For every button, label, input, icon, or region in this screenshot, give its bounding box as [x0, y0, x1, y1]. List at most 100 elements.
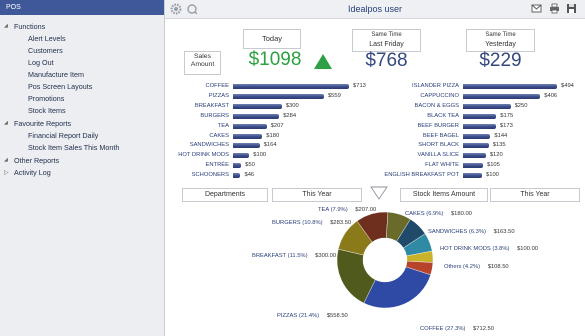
donut-slice-label: BURGERS (10.8%) $283.50 [272, 220, 351, 226]
nav-item-stock-items[interactable]: Stock Items [28, 106, 66, 115]
bar-value-label: $180 [266, 132, 280, 139]
nav-item-alert-levels[interactable]: Alert Levels [28, 34, 66, 43]
slice-name: PIZZAS (21.4%) [277, 313, 320, 319]
expanded-arrow-icon[interactable]: ◢ [4, 120, 8, 126]
bar-value-label: $300 [285, 102, 299, 109]
slice-amount: $100.00 [515, 246, 539, 252]
bar[interactable] [233, 103, 282, 109]
period-selector-right[interactable]: This Year [490, 188, 580, 202]
donut-slice-label: PIZZAS (21.4%) $558.50 [277, 313, 348, 319]
bar[interactable] [233, 123, 267, 129]
slice-name: BREAKFAST (11.5%) [252, 253, 308, 259]
bar-value-label: $173 [499, 122, 513, 129]
yesterday-label-box: Same Time Yesterday [466, 29, 535, 52]
bar[interactable] [463, 173, 483, 179]
bar[interactable] [233, 93, 324, 99]
nav-item-manufacture-item[interactable]: Manufacture Item [28, 70, 84, 79]
bar-value-label: $175 [500, 112, 514, 119]
bar-label: CAKES [209, 132, 229, 139]
bar[interactable] [463, 84, 557, 89]
bar-label: BACON & EGGS [414, 102, 459, 109]
expanded-arrow-icon[interactable]: ◢ [4, 23, 8, 29]
nav-item-stock-item-sales[interactable]: Stock Item Sales This Month [28, 143, 119, 152]
bar[interactable] [233, 173, 241, 179]
bar[interactable] [463, 123, 496, 129]
last-friday-label-box: Same Time Last Friday [352, 29, 421, 52]
bar[interactable] [233, 163, 242, 169]
bar-value-label: $46 [244, 172, 255, 179]
bar[interactable] [233, 133, 263, 139]
sidebar-header: POS [0, 0, 164, 15]
top-toolbar: Idealpos user [165, 0, 585, 19]
mail-icon[interactable] [531, 3, 542, 14]
nav-item-log-out[interactable]: Log Out [28, 58, 54, 67]
nav-group-activity-log[interactable]: Activity Log [14, 168, 51, 177]
slice-amount: $300.00 [313, 253, 337, 259]
save-icon[interactable] [566, 3, 577, 14]
bar-value-label: $164 [263, 142, 277, 149]
yesterday-label-bottom: Yesterday [485, 41, 516, 48]
today-label: Today [261, 34, 282, 43]
nav-group-favourite-reports[interactable]: Favourite Reports [14, 119, 71, 128]
sales-amount-label: Sales Amount [190, 53, 215, 68]
slice-amount: $180.00 [449, 211, 472, 217]
collapsed-arrow-icon[interactable]: ▷ [4, 169, 9, 176]
last-friday-value: $768 [365, 50, 408, 71]
bar[interactable] [463, 143, 489, 149]
refresh-icon[interactable] [186, 3, 198, 15]
donut-slice-label: BREAKFAST (11.5%) $300.00 [252, 253, 336, 259]
bar[interactable] [233, 113, 280, 119]
bar-label: ENGLISH BREAKFAST POT [384, 172, 459, 179]
bar[interactable] [463, 103, 511, 109]
bar[interactable] [233, 153, 250, 159]
donut-slice-label: TEA (7.9%) $207.00 [318, 207, 376, 213]
bar-value-label: $494 [561, 83, 574, 89]
donut-slice-label: Others (4.2%) $108.50 [444, 264, 509, 270]
nav-group-functions[interactable]: Functions [14, 22, 45, 31]
expanded-arrow-icon[interactable]: ◢ [4, 157, 8, 163]
bar-value-label: $50 [245, 162, 255, 169]
slice-amount: $108.50 [486, 264, 509, 270]
bar-value-label: $250 [514, 102, 528, 109]
donut-slice-label: SANDWICHES (6.3%) $163.50 [428, 229, 515, 235]
slice-name: BURGERS (10.8%) [272, 220, 323, 226]
last-friday-label-top: Same Time [371, 32, 402, 38]
bar-label: BREAKFAST [194, 102, 229, 109]
bar[interactable] [233, 143, 260, 149]
bar-label: SCHOONERS [191, 172, 229, 179]
bar-label: TEA [217, 122, 229, 129]
nav-item-pos-screen-layouts[interactable]: Pos Screen Layouts [28, 82, 92, 91]
window-title: Idealpos user [347, 4, 403, 14]
group-selector-departments[interactable]: Departments [182, 188, 268, 202]
sales-amount-box[interactable]: Sales Amount [184, 51, 221, 75]
print-icon[interactable] [549, 3, 560, 14]
bar-label: SANDWICHES [189, 142, 229, 149]
bar-value-label: $207 [270, 122, 284, 129]
nav-group-other-reports[interactable]: Other Reports [14, 156, 59, 165]
bar[interactable] [233, 84, 349, 89]
bar[interactable] [463, 163, 483, 169]
bar-value-label: $559 [327, 92, 341, 99]
bar[interactable] [463, 113, 497, 119]
bar-label: BEEF BAGEL [422, 132, 459, 139]
nav-item-customers[interactable]: Customers [28, 46, 63, 55]
slice-amount: $558.50 [325, 313, 348, 319]
bar-label: CAPPUCCINO [420, 92, 459, 99]
slice-name: CAKES (6.9%) [405, 211, 444, 217]
bar[interactable] [463, 153, 486, 159]
bar-value-label: $144 [494, 132, 508, 139]
slice-name: COFFEE (27.3%) [420, 326, 466, 332]
nav-item-promotions[interactable]: Promotions [28, 94, 64, 103]
bar[interactable] [463, 133, 491, 139]
slice-amount: $712.50 [471, 326, 494, 332]
donut-slice-label: COFFEE (27.3%) $712.50 [420, 326, 494, 332]
yesterday-label-top: Same Time [485, 32, 516, 38]
gear-icon[interactable] [170, 3, 182, 15]
slice-amount: $163.50 [491, 229, 515, 235]
last-friday-label-bottom: Last Friday [369, 41, 404, 48]
bar[interactable] [463, 93, 541, 99]
nav-item-financial-report-daily[interactable]: Financial Report Daily [28, 131, 98, 140]
slice-name: TEA (7.9%) [318, 207, 348, 213]
donut-hole [363, 238, 407, 282]
bar-label: ISLANDER PIZZA [411, 83, 459, 89]
